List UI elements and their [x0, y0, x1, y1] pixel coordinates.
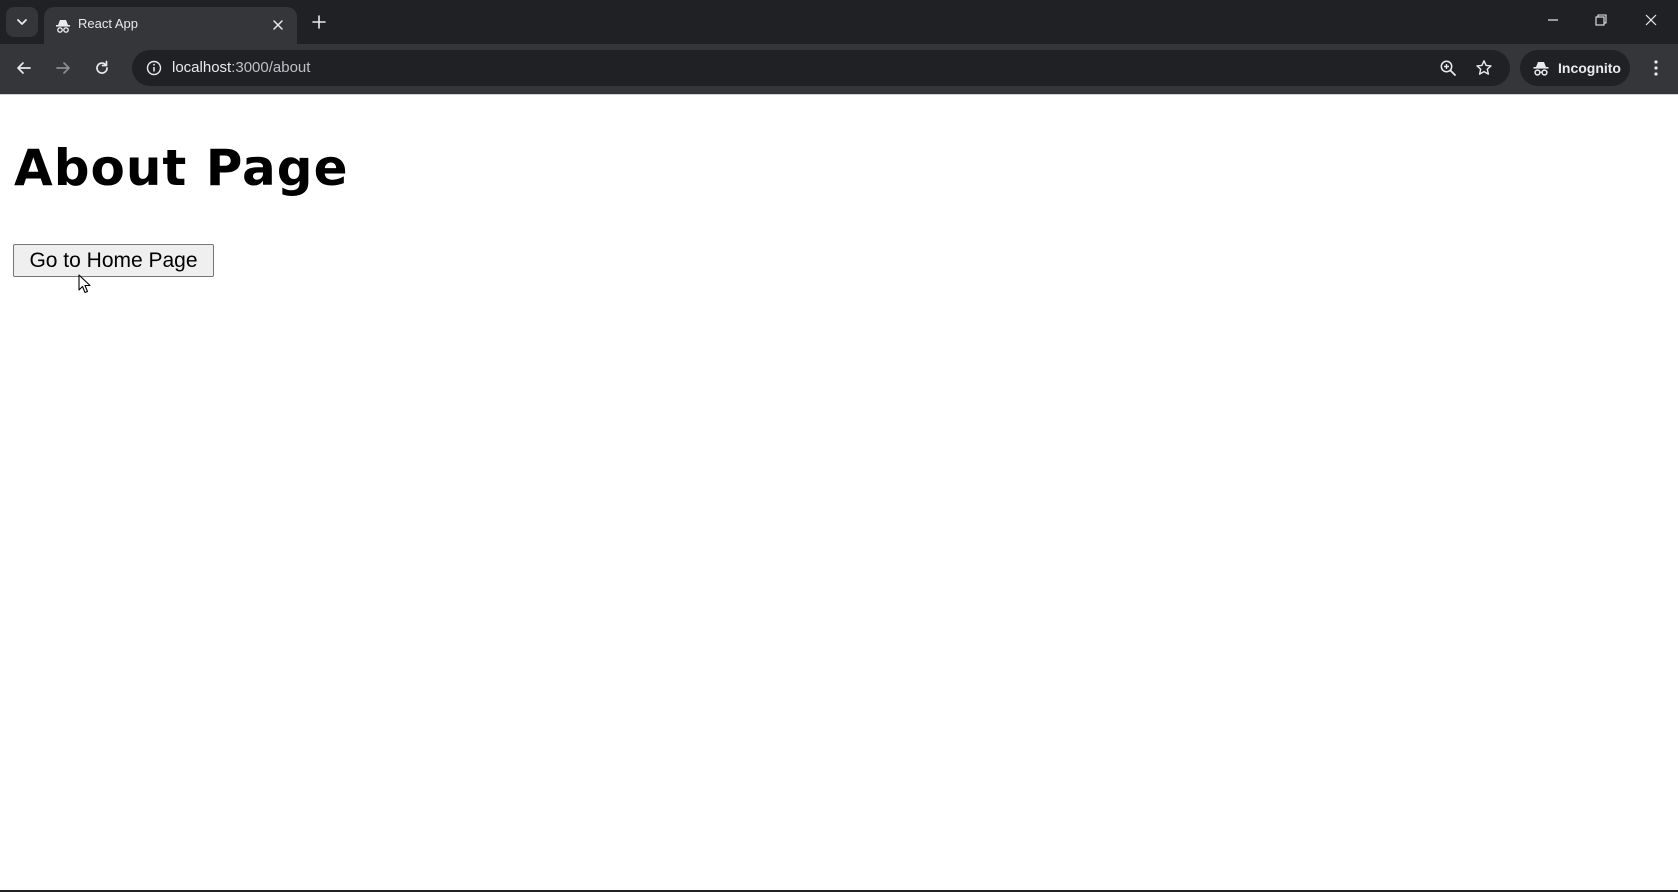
minimize-button[interactable]	[1530, 0, 1576, 40]
zoom-in-icon	[1440, 60, 1456, 76]
browser-menu-button[interactable]	[1640, 52, 1672, 84]
restore-button[interactable]	[1578, 0, 1624, 40]
address-host: localhost	[172, 59, 232, 76]
address-bar[interactable]: localhost:3000/about	[132, 50, 1510, 86]
minimize-icon	[1548, 19, 1558, 21]
tab-active[interactable]: React App	[44, 7, 297, 44]
chevron-down-icon	[17, 19, 27, 25]
info-icon	[146, 60, 162, 76]
zoom-button[interactable]	[1434, 54, 1462, 82]
plus-icon	[312, 15, 326, 29]
incognito-icon	[1533, 62, 1549, 76]
close-icon	[273, 20, 283, 30]
tab-title: React App	[78, 16, 138, 31]
star-icon	[1476, 60, 1492, 75]
tab-search-button[interactable]	[6, 7, 38, 37]
bookmark-button[interactable]	[1470, 54, 1498, 82]
window-close-button[interactable]	[1628, 0, 1674, 40]
more-vertical-icon	[1654, 60, 1658, 76]
restore-icon	[1595, 14, 1607, 26]
page-title: About Page	[14, 139, 349, 197]
browser-toolbar: localhost:3000/about Incognito	[0, 44, 1678, 94]
new-tab-button[interactable]	[305, 8, 333, 36]
incognito-label: Incognito	[1558, 60, 1621, 76]
site-info-button[interactable]	[140, 54, 168, 82]
close-icon	[1645, 14, 1657, 26]
back-button[interactable]	[8, 52, 40, 84]
forward-button[interactable]	[47, 52, 79, 84]
address-path: :3000/about	[231, 59, 311, 76]
incognito-tab-icon	[56, 20, 70, 33]
mouse-cursor-icon	[78, 274, 91, 294]
arrow-right-icon	[56, 62, 70, 74]
reload-icon	[96, 60, 108, 74]
reload-button[interactable]	[86, 52, 118, 84]
page-viewport: About Page Go to Home Page	[0, 94, 1678, 891]
browser-window: React App localhost:3000/about Incognito…	[0, 0, 1678, 892]
incognito-profile-button[interactable]: Incognito	[1520, 50, 1630, 86]
go-home-button[interactable]: Go to Home Page	[13, 244, 214, 277]
tab-close-button[interactable]	[267, 14, 289, 36]
arrow-left-icon	[17, 62, 31, 74]
address-url: localhost:3000/about	[172, 59, 310, 76]
tab-strip: React App	[0, 0, 1678, 44]
